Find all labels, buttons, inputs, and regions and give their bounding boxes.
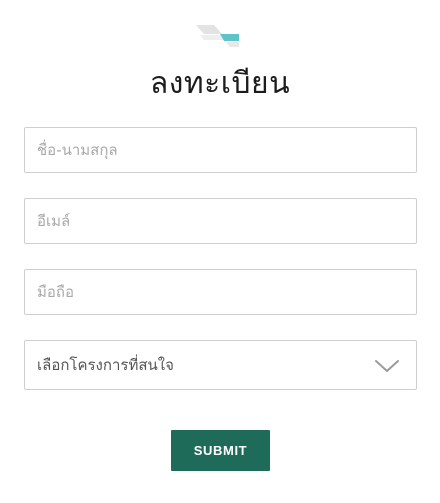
name-field-container — [24, 127, 417, 173]
email-input[interactable] — [25, 199, 416, 243]
chevron-down-icon — [374, 358, 400, 374]
brand-logo-icon — [196, 25, 240, 49]
name-input[interactable] — [25, 128, 416, 172]
submit-button[interactable]: SUBMIT — [171, 430, 270, 471]
email-field-container — [24, 198, 417, 244]
phone-field-container — [24, 269, 417, 315]
project-select-value: เลือกโครงการที่สนใจ — [37, 356, 174, 374]
phone-input[interactable] — [25, 270, 416, 314]
project-select[interactable]: เลือกโครงการที่สนใจ — [24, 340, 417, 390]
page-title: ลงทะเบียน — [149, 66, 291, 101]
